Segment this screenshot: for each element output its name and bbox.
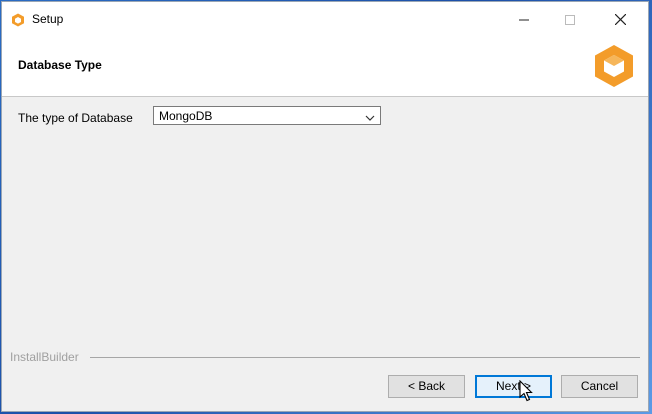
cancel-button[interactable]: Cancel <box>561 375 638 398</box>
next-button[interactable]: Next > <box>475 375 552 398</box>
main-content: The type of Database MongoDB InstallBuil… <box>2 97 648 411</box>
chevron-down-icon <box>365 111 375 121</box>
window-title: Setup <box>32 12 64 26</box>
database-type-label: The type of Database <box>18 111 133 125</box>
minimize-button[interactable] <box>501 2 547 37</box>
close-button[interactable] <box>597 2 643 37</box>
mouse-cursor-icon <box>519 380 533 402</box>
app-icon <box>11 13 25 27</box>
setup-window: Setup Database Type The type of Database… <box>1 1 649 412</box>
footer-divider <box>90 357 640 358</box>
maximize-button[interactable] <box>547 2 593 37</box>
maximize-icon <box>565 14 575 25</box>
minimize-icon <box>519 19 529 20</box>
close-icon <box>614 14 626 25</box>
installbuilder-brand: InstallBuilder <box>10 350 79 364</box>
title-bar[interactable]: Setup <box>2 2 648 37</box>
page-title: Database Type <box>18 58 102 72</box>
back-button[interactable]: < Back <box>388 375 465 398</box>
database-type-value: MongoDB <box>159 109 213 123</box>
installbuilder-logo <box>591 43 637 89</box>
page-header: Database Type <box>2 37 648 97</box>
database-type-select[interactable]: MongoDB <box>153 106 381 125</box>
